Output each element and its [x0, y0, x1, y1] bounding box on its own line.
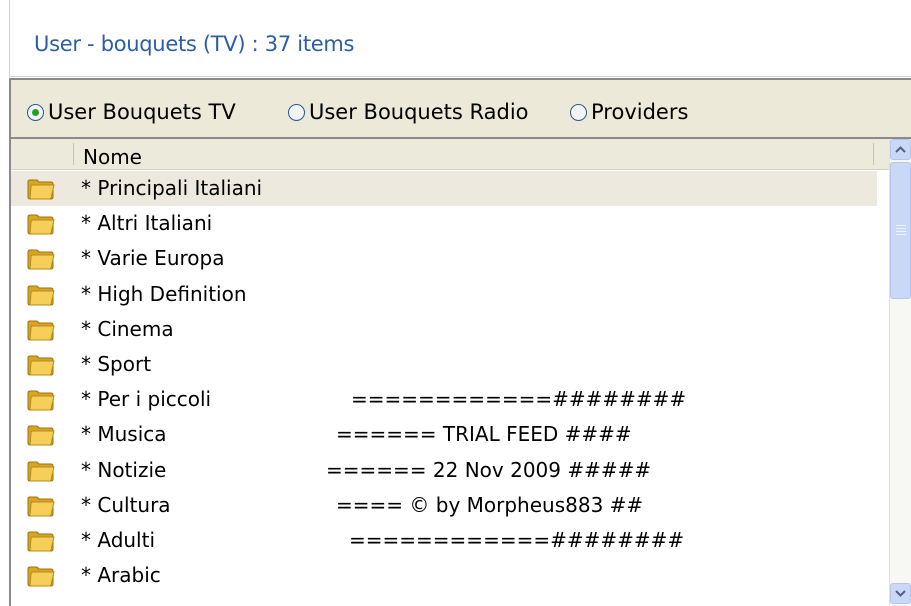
column-header-nome[interactable]: Nome — [83, 145, 142, 169]
list-item-name: * High Definition — [81, 281, 247, 306]
list-item-name: * Cinema — [81, 316, 174, 341]
list-item[interactable]: * Musica ====== TRIAL FEED #### — [11, 417, 877, 452]
list-item-banner-text: ====== TRIAL FEED #### — [336, 422, 632, 447]
thumb-grip — [896, 234, 906, 235]
list-item-name: * Sport — [81, 352, 152, 376]
list-item-name: * Altri Italiani — [81, 211, 213, 236]
column-separator — [873, 143, 874, 165]
list-item-banner-text: ============######## — [349, 528, 685, 552]
list-item-name: * Arabic — [81, 563, 161, 588]
folder-icon — [27, 284, 55, 306]
scroll-down-button[interactable] — [890, 583, 911, 604]
chevron-down-icon — [895, 590, 906, 597]
list-item-name: * Notizie — [81, 457, 167, 482]
list-item[interactable]: * Sport — [11, 347, 877, 382]
bouquet-type-selector: User Bouquets TV User Bouquets Radio Pro… — [9, 78, 911, 139]
column-header-bar: Nome — [11, 139, 889, 170]
list-item[interactable]: * Varie Europa — [11, 241, 877, 276]
folder-icon — [27, 530, 55, 552]
list-item[interactable]: * Per i piccoli ============######## — [11, 382, 877, 417]
list-item-banner-text: ==== © by Morpheus883 ## — [336, 492, 644, 517]
radio-user-bouquets-tv[interactable]: User Bouquets TV — [27, 100, 236, 124]
panel-header: User - bouquets (TV) : 37 items — [9, 0, 911, 77]
radio-label: User Bouquets Radio — [309, 100, 529, 124]
list-item-banner-text: ============######## — [351, 387, 687, 412]
folder-icon — [27, 178, 55, 200]
scroll-up-button[interactable] — [890, 139, 911, 160]
list-item-name: * Varie Europa — [81, 246, 225, 271]
list-item-name: * Musica — [81, 422, 167, 447]
radio-providers[interactable]: Providers — [570, 100, 688, 124]
folder-icon — [27, 460, 55, 482]
list-item-name: * Cultura — [81, 492, 171, 517]
folder-icon — [27, 319, 55, 341]
list-item[interactable]: * Cultura ==== © by Morpheus883 ## — [11, 488, 877, 523]
column-separator — [73, 143, 74, 165]
folder-icon — [27, 565, 55, 587]
list-item-name: * Principali Italiani — [81, 176, 263, 200]
chevron-up-icon — [895, 146, 906, 153]
thumb-grip — [896, 231, 906, 232]
thumb-grip — [896, 225, 906, 226]
radio-unchecked-icon[interactable] — [288, 103, 305, 121]
folder-icon — [27, 354, 55, 376]
vertical-scrollbar[interactable] — [889, 139, 911, 606]
list-item-banner-text: ====== 22 Nov 2009 ##### — [326, 457, 652, 482]
list-item-name: * Adulti — [81, 528, 156, 552]
folder-icon — [27, 213, 55, 235]
list-item[interactable]: * Notizie ====== 22 Nov 2009 ##### — [11, 453, 877, 488]
folder-icon — [27, 424, 55, 446]
bouquet-list: Nome * Principali Italiani * Altri Italia… — [9, 139, 889, 606]
thumb-grip — [896, 228, 906, 229]
radio-label: Providers — [591, 100, 689, 124]
folder-icon — [27, 495, 55, 517]
list-item[interactable]: * Adulti ============######## — [11, 523, 877, 558]
scroll-thumb[interactable] — [890, 162, 911, 299]
list-item[interactable]: * Altri Italiani — [11, 206, 877, 241]
folder-icon — [27, 248, 55, 270]
radio-checked-icon[interactable] — [27, 103, 44, 121]
list-item[interactable]: * Arabic — [11, 558, 877, 593]
list-item[interactable]: * High Definition — [11, 277, 877, 312]
radio-label: User Bouquets TV — [48, 100, 236, 124]
radio-user-bouquets-radio[interactable]: User Bouquets Radio — [288, 100, 529, 124]
folder-icon — [27, 389, 55, 411]
page-title: User - bouquets (TV) : 37 items — [34, 32, 355, 56]
list-item[interactable]: * Principali Italiani — [11, 171, 877, 206]
list-item[interactable]: * Cinema — [11, 312, 877, 347]
list-item-name: * Per i piccoli — [81, 387, 212, 412]
radio-unchecked-icon[interactable] — [570, 103, 587, 121]
